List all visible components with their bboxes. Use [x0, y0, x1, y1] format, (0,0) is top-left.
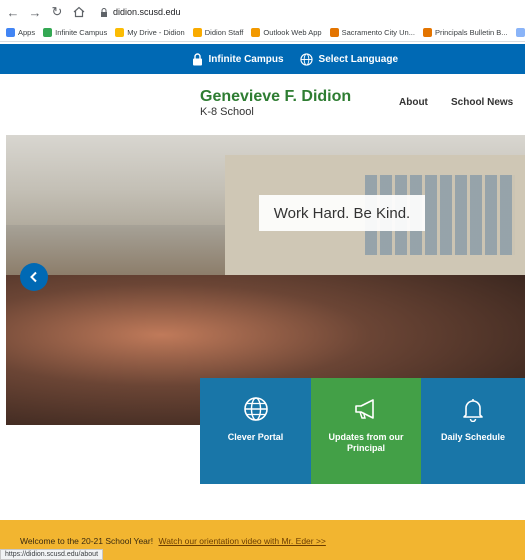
school-subtitle: K-8 School: [200, 106, 254, 118]
page: ← → ↻ didion.scusd.edu Apps Infinite Camp…: [0, 0, 525, 560]
reload-icon[interactable]: ↻: [50, 4, 64, 19]
infinite-campus-link[interactable]: Infinite Campus: [192, 52, 284, 66]
status-bar-url: https://didion.scusd.edu/about: [0, 549, 104, 560]
bookmark-favicon-icon: [251, 28, 261, 37]
apps-grid-icon: [6, 28, 15, 37]
bookmark-item[interactable]: Outlook Web App: [251, 28, 322, 37]
globe-icon: [243, 397, 268, 421]
bookmark-label: Outlook Web App: [263, 28, 322, 37]
clever-portal-tile[interactable]: Clever Portal: [200, 378, 311, 484]
url-field[interactable]: didion.scusd.edu: [100, 7, 181, 17]
chevron-left-icon: [30, 271, 37, 283]
bookmark-item[interactable]: Didion Staff: [192, 28, 244, 37]
daily-schedule-tile[interactable]: Daily Schedule: [421, 378, 525, 484]
daily-schedule-label: Daily Schedule: [440, 432, 506, 442]
select-language-label: Select Language: [318, 53, 398, 65]
bookmark-label: Principals Bulletin B...: [434, 28, 508, 37]
bookmark-favicon-icon: [329, 28, 339, 37]
bookmark-label: Apps: [18, 28, 36, 37]
announcement-message: Welcome to the 20-21 School Year!: [20, 536, 154, 546]
lock-icon: [192, 52, 202, 65]
bookmark-favicon-icon: [422, 28, 432, 37]
site-header: Genevieve F. Didion K-8 School About Sch…: [0, 74, 525, 134]
school-name[interactable]: Genevieve F. Didion: [200, 88, 351, 106]
url-text: didion.scusd.edu: [113, 7, 181, 17]
orientation-video-link[interactable]: Watch our orientation video with Mr. Ede…: [158, 536, 325, 546]
infinite-campus-label: Infinite Campus: [208, 53, 284, 65]
browser-address-bar: ← → ↻ didion.scusd.edu: [0, 0, 525, 24]
utility-bar: Infinite Campus Select Language: [0, 44, 525, 74]
bookmark-favicon-icon: [43, 28, 53, 37]
carousel-prev-button[interactable]: [20, 263, 48, 291]
bookmark-favicon-icon: [115, 28, 125, 37]
bookmark-item[interactable]: Apps: [6, 28, 35, 37]
bookmark-label: My Drive - Didion: [127, 28, 185, 37]
nav-about-link[interactable]: About: [399, 97, 428, 108]
back-arrow-icon[interactable]: ←: [6, 5, 20, 20]
lock-icon: [101, 7, 107, 17]
bookmark-label: Sacramento City Un...: [341, 28, 415, 37]
bookmark-item[interactable]: My Drive - Didion: [115, 28, 185, 37]
announcement-text: Welcome to the 20-21 School Year! Watch …: [20, 536, 326, 546]
bookmark-item[interactable]: Infinite Campus: [43, 28, 107, 37]
bell-icon: [463, 399, 483, 422]
select-language-link[interactable]: Select Language: [299, 52, 398, 66]
principal-updates-tile[interactable]: Updates from our Principal: [311, 378, 421, 484]
principal-updates-label: Updates from our Principal: [328, 432, 404, 453]
bookmark-item[interactable]: Principals Bulletin B...: [422, 28, 508, 37]
forward-arrow-icon[interactable]: →: [28, 5, 42, 20]
bookmark-favicon-icon: [515, 28, 525, 37]
bookmark-label: Infinite Campus: [55, 28, 108, 37]
bookmark-item[interactable]: PTAI: [515, 28, 525, 37]
home-icon[interactable]: [72, 5, 86, 19]
bookmark-item[interactable]: Sacramento City Un...: [329, 28, 415, 37]
megaphone-icon: [355, 399, 374, 419]
bookmark-favicon-icon: [192, 28, 202, 37]
globe-icon: [299, 52, 313, 66]
nav-school-news-link[interactable]: School News: [451, 97, 513, 108]
bookmark-label: Didion Staff: [204, 28, 244, 37]
bookmarks-bar: Apps Infinite Campus My Drive - Didion Didi…: [0, 24, 525, 42]
clever-portal-label: Clever Portal: [227, 432, 284, 442]
hero-tagline: Work Hard. Be Kind.: [259, 195, 425, 231]
